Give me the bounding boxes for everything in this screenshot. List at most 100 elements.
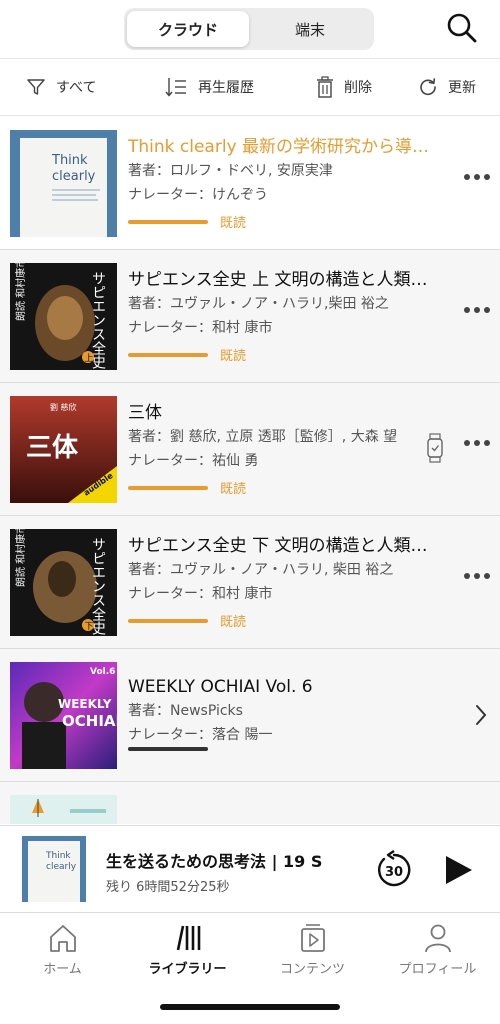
delete-label: 削除 bbox=[344, 80, 372, 96]
player-cover: Think clearly bbox=[22, 836, 86, 902]
book-row-partial[interactable] bbox=[0, 782, 500, 824]
cover-author-reading: 朗読 和村康市 bbox=[14, 263, 27, 321]
home-indicator bbox=[160, 1004, 340, 1010]
top-bar: クラウド 端末 bbox=[0, 0, 500, 58]
history-button[interactable]: 再生履歴 bbox=[164, 59, 254, 115]
progress-bar bbox=[128, 618, 208, 623]
more-options-button[interactable] bbox=[464, 440, 490, 446]
more-icon bbox=[464, 307, 470, 313]
contents-icon bbox=[300, 924, 325, 952]
read-status-badge: 既読 bbox=[220, 349, 247, 364]
search-icon bbox=[447, 13, 477, 43]
book-author: 著者：ユヴァル・ノア・ハラリ, 柴田 裕之 bbox=[128, 562, 394, 578]
tab-contents-label: コンテンツ bbox=[279, 962, 345, 977]
book-narrator: ナレーター：祐仙 勇 bbox=[128, 453, 259, 469]
more-icon bbox=[464, 440, 470, 446]
skip-back-30-button[interactable]: 30 bbox=[374, 850, 414, 890]
tab-library-label: ライブラリー bbox=[148, 962, 227, 977]
cover-volume: 下 bbox=[85, 622, 94, 632]
mini-player[interactable]: Think clearly 生を送るための思考法 | 19 S 残り 6時間52… bbox=[0, 825, 500, 913]
profile-icon bbox=[424, 924, 451, 953]
cover-title-line1: Think bbox=[51, 153, 88, 168]
read-status-badge: 既読 bbox=[220, 615, 247, 630]
play-button[interactable] bbox=[440, 852, 476, 888]
more-options-button[interactable] bbox=[464, 573, 490, 579]
player-cover-line1: Think bbox=[45, 851, 71, 861]
progress-bar bbox=[128, 352, 208, 357]
segment-cloud[interactable]: クラウド bbox=[127, 11, 249, 47]
book-title: サピエンス全史 下 文明の構造と人類の幸福 bbox=[128, 536, 438, 556]
history-label: 再生履歴 bbox=[198, 80, 254, 96]
progress-bar bbox=[128, 485, 208, 490]
tab-home-label: ホーム bbox=[43, 962, 82, 977]
trash-icon bbox=[317, 76, 333, 98]
book-author: 著者：ロルフ・ドベリ, 安原実津 bbox=[128, 163, 333, 179]
play-icon bbox=[446, 856, 472, 884]
book-author: 著者：NewsPicks bbox=[128, 703, 243, 719]
home-icon bbox=[49, 925, 76, 952]
cover-volume: Vol.6 bbox=[90, 667, 115, 677]
tab-contents[interactable]: コンテンツ bbox=[250, 914, 375, 994]
player-cover-line2: clearly bbox=[46, 862, 77, 872]
book-author: 著者：ユヴァル・ノア・ハラリ,柴田 裕之 bbox=[128, 296, 389, 312]
book-cover: 朗読 和村康市 サピエンス全史 下 bbox=[10, 529, 117, 636]
search-button[interactable] bbox=[444, 10, 480, 46]
skip-seconds-label: 30 bbox=[385, 865, 403, 880]
remaining-time: 残り 6時間52分25秒 bbox=[106, 880, 230, 895]
library-icon bbox=[176, 925, 200, 951]
cover-volume: 上 bbox=[85, 353, 94, 364]
book-cover: 朗読 和村康市 サピエンス全史 上 bbox=[10, 263, 117, 370]
now-playing-title: 生を送るための思考法 | 19 S bbox=[106, 852, 323, 871]
book-row[interactable]: 朗読 和村康市 サピエンス全史 下 サピエンス全史 下 文明の構造と人類の幸福 … bbox=[0, 516, 500, 649]
book-title: WEEKLY OCHIAI Vol. 6 bbox=[128, 677, 313, 697]
book-narrator: ナレーター：けんぞう bbox=[128, 187, 268, 203]
more-icon bbox=[464, 573, 470, 579]
delete-button[interactable]: 削除 bbox=[316, 59, 372, 115]
cover-author: 劉 慈欣 bbox=[50, 402, 77, 412]
refresh-label: 更新 bbox=[448, 80, 476, 96]
progress-bar bbox=[128, 219, 208, 224]
book-author: 著者：劉 慈欣, 立原 透耶［監修］, 大森 望 bbox=[128, 429, 398, 445]
read-status-badge: 既読 bbox=[220, 216, 247, 231]
book-cover bbox=[10, 795, 117, 824]
tab-home[interactable]: ホーム bbox=[0, 914, 125, 994]
book-narrator: ナレーター：落合 陽一 bbox=[128, 727, 273, 743]
tab-library[interactable]: ライブラリー bbox=[125, 914, 250, 994]
cover-author-reading: 朗読 和村康市 bbox=[14, 529, 27, 587]
book-narrator: ナレーター：和村 康市 bbox=[128, 586, 273, 602]
tab-profile-label: プロフィール bbox=[398, 962, 477, 977]
cover-title-line2: OCHIAI bbox=[62, 712, 117, 730]
filter-label: すべて bbox=[56, 80, 97, 96]
book-row[interactable]: 劉 慈欣 三体 audible 三体 著者：劉 慈欣, 立原 透耶［監修］, 大… bbox=[0, 383, 500, 516]
source-segmented-control: クラウド 端末 bbox=[124, 8, 374, 50]
book-row[interactable]: Think clearly Think clearly 最新の学術研究から導いた… bbox=[0, 117, 500, 250]
tab-profile[interactable]: プロフィール bbox=[375, 914, 500, 994]
filter-button[interactable]: すべて bbox=[26, 59, 96, 115]
more-options-button[interactable] bbox=[464, 174, 490, 180]
book-cover: Vol.6 WEEKLY OCHIAI bbox=[10, 662, 117, 769]
segment-device[interactable]: 端末 bbox=[249, 11, 371, 47]
cover-title-line1: WEEKLY bbox=[58, 697, 112, 711]
open-series-button[interactable] bbox=[474, 703, 488, 731]
library-toolbar: すべて 再生履歴 削除 更新 bbox=[0, 58, 500, 116]
refresh-icon bbox=[420, 78, 436, 96]
sort-history-icon bbox=[165, 78, 186, 97]
book-cover: Think clearly bbox=[10, 130, 117, 237]
more-options-button[interactable] bbox=[464, 307, 490, 313]
podcast-row[interactable]: Vol.6 WEEKLY OCHIAI WEEKLY OCHIAI Vol. 6… bbox=[0, 649, 500, 782]
progress-bar bbox=[128, 747, 208, 751]
more-icon bbox=[464, 174, 470, 180]
filter-icon bbox=[27, 79, 45, 95]
refresh-button[interactable]: 更新 bbox=[418, 59, 476, 115]
chevron-right-icon bbox=[476, 705, 487, 725]
book-row[interactable]: 朗読 和村康市 サピエンス全史 上 サピエンス全史 上 文明の構造と人類の幸福 … bbox=[0, 250, 500, 383]
book-list: Think clearly Think clearly 最新の学術研究から導いた… bbox=[0, 117, 500, 824]
read-status-badge: 既読 bbox=[220, 482, 247, 497]
book-cover: 劉 慈欣 三体 audible bbox=[10, 396, 117, 503]
watch-sync-button[interactable] bbox=[426, 433, 444, 467]
book-narrator: ナレーター：和村 康市 bbox=[128, 320, 273, 336]
cover-title: 三体 bbox=[26, 433, 79, 463]
book-title: 三体 bbox=[128, 403, 162, 423]
apple-watch-icon bbox=[427, 433, 443, 463]
bottom-tab-bar: ホーム ライブラリー コンテンツ プロフィール bbox=[0, 914, 500, 994]
